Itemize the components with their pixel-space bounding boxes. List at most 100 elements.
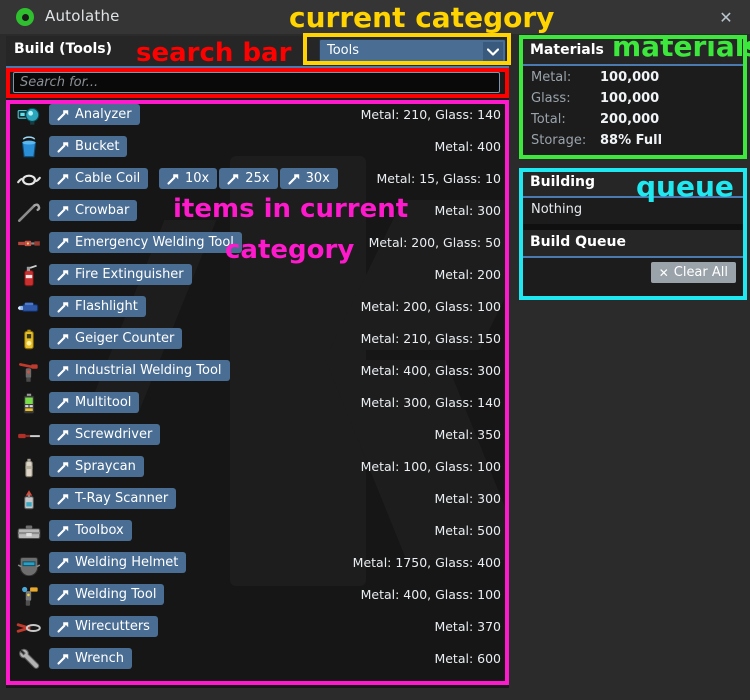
item-row: Flashlight Metal: 200, Glass: 100 xyxy=(6,292,509,324)
build-item-button[interactable]: Cable Coil xyxy=(49,168,149,189)
build-item-button[interactable]: Multitool xyxy=(49,392,140,413)
item-cost: Metal: 200, Glass: 100 xyxy=(360,299,501,314)
building-header-label: Building xyxy=(530,174,596,190)
welding-tool-icon xyxy=(16,584,42,608)
wrench-icon xyxy=(16,648,42,672)
build-item-button[interactable]: Emergency Welding Tool xyxy=(49,232,242,253)
build-item-button[interactable]: Wirecutters xyxy=(49,616,158,637)
item-cost: Metal: 500 xyxy=(434,523,501,538)
item-cost: Metal: 400, Glass: 100 xyxy=(360,587,501,602)
build-item-button[interactable]: Screwdriver xyxy=(49,424,161,445)
item-row: Welding Helmet Metal: 1750, Glass: 400 xyxy=(6,548,509,580)
build-item-button[interactable]: Toolbox xyxy=(49,520,132,541)
material-row: Metal: 100,000 xyxy=(522,70,744,89)
item-cost: Metal: 200 xyxy=(434,267,501,282)
item-cost: Metal: 15, Glass: 10 xyxy=(376,171,501,186)
build-item-button[interactable]: Industrial Welding Tool xyxy=(49,360,230,381)
item-cost: Metal: 200, Glass: 50 xyxy=(368,235,501,250)
item-row: Wirecutters Metal: 370 xyxy=(6,612,509,644)
close-icon[interactable]: ✕ xyxy=(716,8,736,28)
item-row: Emergency Welding Tool Metal: 200, Glass:… xyxy=(6,228,509,260)
item-cost: Metal: 100, Glass: 100 xyxy=(360,459,501,474)
item-cost: Metal: 350 xyxy=(434,427,501,442)
category-select[interactable]: Tools xyxy=(319,39,506,64)
emergency-welding-tool-icon xyxy=(16,232,42,256)
material-value: 100,000 xyxy=(600,70,660,85)
materials-header-label: Materials xyxy=(530,42,604,58)
build-item-button[interactable]: Spraycan xyxy=(49,456,144,477)
build-item-button[interactable]: Geiger Counter xyxy=(49,328,183,349)
wirecutters-icon xyxy=(16,616,42,640)
item-button-label: Multitool xyxy=(75,395,132,410)
build-item-button[interactable]: Welding Tool xyxy=(49,584,165,605)
item-cost: Metal: 300 xyxy=(434,203,501,218)
item-cost: Metal: 400, Glass: 300 xyxy=(360,363,501,378)
material-value: 200,000 xyxy=(600,112,660,127)
materials-header: Materials xyxy=(522,38,744,66)
item-cost: Metal: 300, Glass: 140 xyxy=(360,395,501,410)
chevron-down-icon xyxy=(483,42,503,61)
item-button-label: Crowbar xyxy=(75,203,130,218)
build-header: Build (Tools) Tools xyxy=(6,36,509,68)
build-item-button[interactable]: Wrench xyxy=(49,648,132,669)
item-row: Bucket Metal: 400 xyxy=(6,132,509,164)
item-cost: Metal: 210, Glass: 140 xyxy=(360,107,501,122)
search-input[interactable] xyxy=(13,72,500,93)
clear-all-button[interactable]: ✕ Clear All xyxy=(650,262,736,283)
t-ray-scanner-icon xyxy=(16,488,42,512)
item-cost: Metal: 300 xyxy=(434,491,501,506)
material-label: Total: xyxy=(531,112,566,127)
build-item-multiplier-10x[interactable]: 10x xyxy=(159,168,218,189)
item-cost: Metal: 210, Glass: 150 xyxy=(360,331,501,346)
material-value: 88% Full xyxy=(600,133,663,148)
category-select-value: Tools xyxy=(327,43,360,58)
search-row xyxy=(6,68,509,98)
build-queue-header: Build Queue xyxy=(522,230,744,258)
material-row: Glass: 100,000 xyxy=(522,91,744,110)
toolbox-icon xyxy=(16,520,42,544)
build-item-multiplier-30x[interactable]: 30x xyxy=(279,168,338,189)
crowbar-icon xyxy=(16,200,42,224)
item-row: T-Ray Scanner Metal: 300 xyxy=(6,484,509,516)
build-item-button[interactable]: Analyzer xyxy=(49,104,140,125)
build-panel: Build (Tools) Tools Analyzer Metal: 210, … xyxy=(6,36,509,688)
item-button-label: Industrial Welding Tool xyxy=(75,363,222,378)
build-item-button[interactable]: Flashlight xyxy=(49,296,146,317)
build-item-button[interactable]: Fire Extinguisher xyxy=(49,264,192,285)
eye-icon xyxy=(16,8,34,26)
materials-panel: Materials Metal: 100,000 Glass: 100,000 Tota… xyxy=(522,38,744,156)
item-list[interactable]: Analyzer Metal: 210, Glass: 140 Bucket Meta… xyxy=(6,100,509,688)
title-bar: Autolathe ✕ xyxy=(0,0,750,34)
build-item-button[interactable]: Crowbar xyxy=(49,200,138,221)
item-rows: Analyzer Metal: 210, Glass: 140 Bucket Meta… xyxy=(6,100,509,676)
build-item-button[interactable]: Welding Helmet xyxy=(49,552,187,573)
build-item-button[interactable]: Bucket xyxy=(49,136,128,157)
item-button-label: 30x xyxy=(305,171,330,186)
analyzer-icon xyxy=(16,104,42,128)
item-row: Geiger Counter Metal: 210, Glass: 150 xyxy=(6,324,509,356)
cable-coil-icon xyxy=(16,168,42,192)
item-button-label: Emergency Welding Tool xyxy=(75,235,234,250)
item-cost: Metal: 400 xyxy=(434,139,501,154)
x-icon: ✕ xyxy=(658,265,669,280)
material-label: Storage: xyxy=(531,133,587,148)
material-value: 100,000 xyxy=(600,91,660,106)
build-item-button[interactable]: T-Ray Scanner xyxy=(49,488,177,509)
welding-helmet-icon xyxy=(16,552,42,577)
item-row: Spraycan Metal: 100, Glass: 100 xyxy=(6,452,509,484)
item-row: Analyzer Metal: 210, Glass: 140 xyxy=(6,100,509,132)
item-row: Welding Tool Metal: 400, Glass: 100 xyxy=(6,580,509,612)
material-label: Glass: xyxy=(531,91,571,106)
item-button-label: Flashlight xyxy=(75,299,138,314)
build-item-multiplier-25x[interactable]: 25x xyxy=(219,168,278,189)
spraycan-icon xyxy=(16,456,42,480)
item-cost: Metal: 1750, Glass: 400 xyxy=(352,555,501,570)
geiger-counter-icon xyxy=(16,328,42,352)
item-row: Screwdriver Metal: 350 xyxy=(6,420,509,452)
item-button-label: Wirecutters xyxy=(75,619,150,634)
material-label: Metal: xyxy=(531,70,572,85)
item-button-label: Spraycan xyxy=(75,459,136,474)
item-button-label: Bucket xyxy=(75,139,120,154)
item-cost: Metal: 370 xyxy=(434,619,501,634)
item-button-label: Toolbox xyxy=(75,523,124,538)
